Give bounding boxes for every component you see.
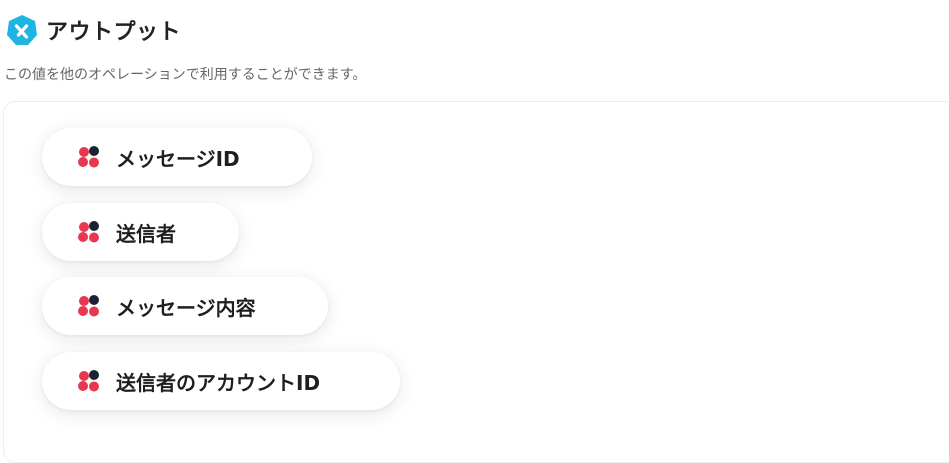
chatwork-icon [78,221,99,243]
chatwork-icon [78,146,99,168]
yoom-logo-icon [7,15,37,45]
output-chip-label: メッセージID [116,146,240,171]
output-chip-sender-account-id[interactable]: 送信者のアカウントID [42,352,400,410]
section-title: アウトプット [46,20,182,45]
section-description: この値を他のオペレーションで利用することができます。 [4,67,367,83]
output-chip-label: メッセージ内容 [116,295,256,320]
output-chip-label: 送信者のアカウントID [116,370,321,395]
output-chip-label: 送信者 [116,221,176,246]
section-header: アウトプット [6,13,181,47]
output-chip-sender[interactable]: 送信者 [42,203,239,261]
output-chip-message-id[interactable]: メッセージID [42,128,312,186]
chatwork-icon [78,370,99,392]
output-chip-message-content[interactable]: メッセージ内容 [42,277,328,335]
chatwork-icon [78,295,99,317]
